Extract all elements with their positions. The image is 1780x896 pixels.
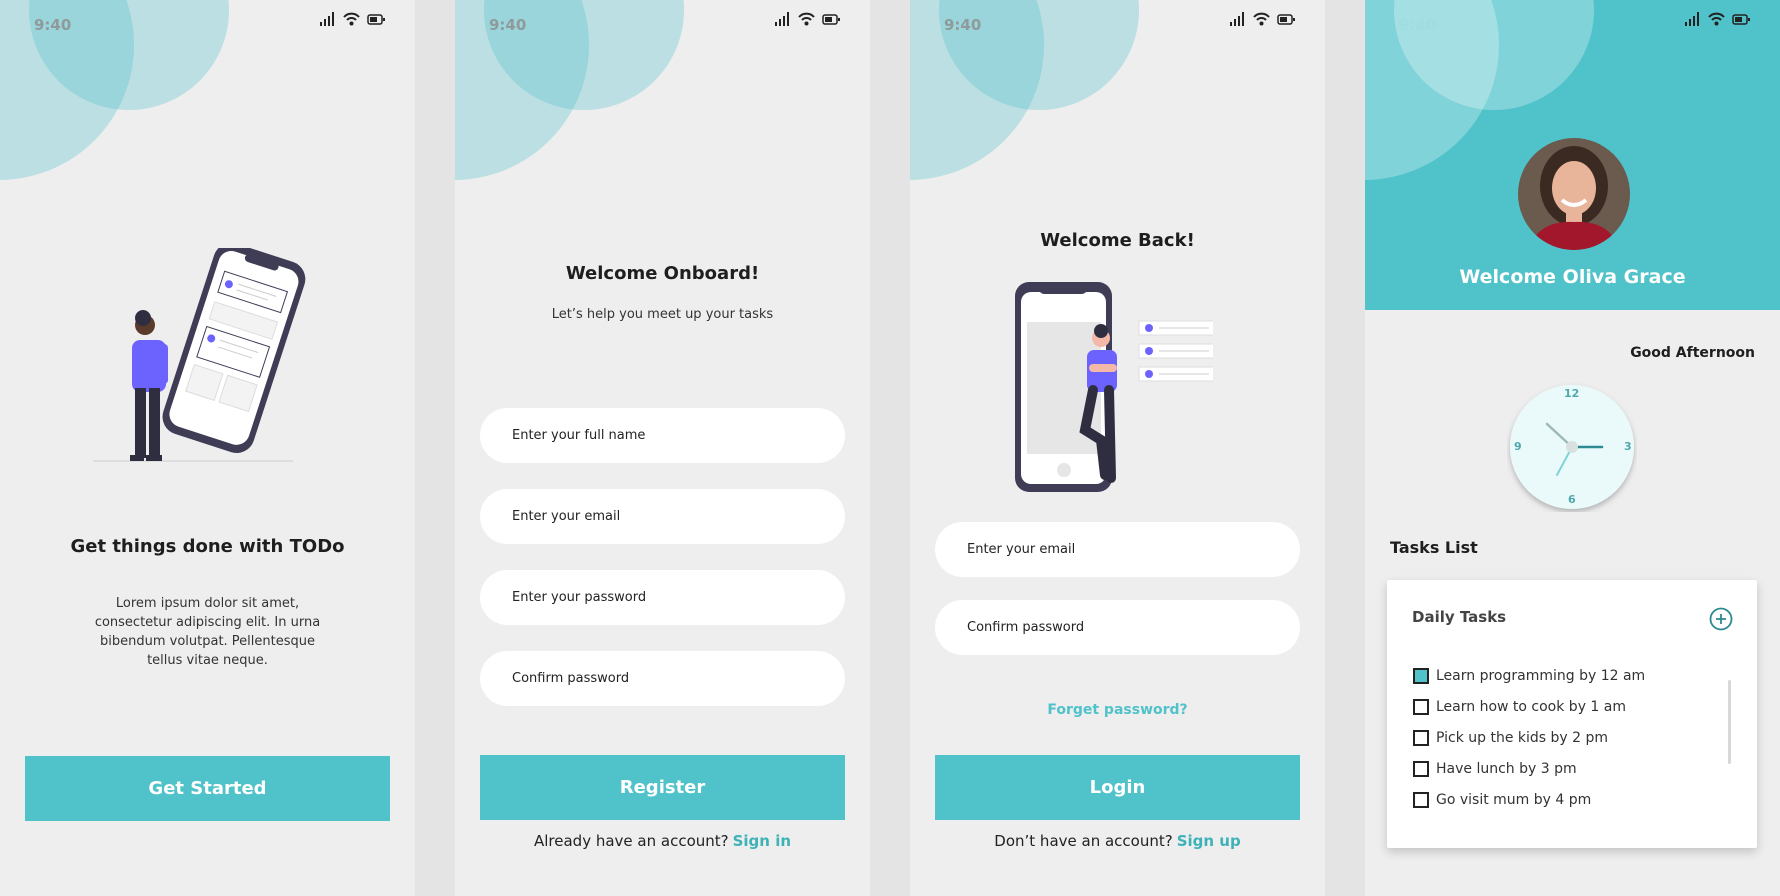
- task-checkbox[interactable]: [1413, 698, 1429, 715]
- login-title: Welcome Back!: [1040, 230, 1195, 251]
- battery-icon: [367, 13, 385, 25]
- status-icons: [320, 12, 385, 26]
- task-checkbox[interactable]: [1413, 760, 1429, 777]
- clock-label-6: 6: [1568, 493, 1576, 506]
- register-subtitle: Let’s help you meet up your tasks: [551, 307, 774, 322]
- password-input[interactable]: [480, 570, 845, 625]
- clock-label-12: 12: [1564, 387, 1580, 400]
- onboarding-title: Get things done with TODo: [70, 536, 345, 557]
- get-started-button[interactable]: Get Started: [25, 756, 390, 821]
- onboarding-description: Lorem ipsum dolor sit amet, consectetur …: [94, 596, 321, 668]
- user-avatar-image: [1518, 138, 1630, 250]
- task-label: Learn how to cook by 1 am: [1436, 698, 1627, 715]
- phone-person-illustration: [1015, 282, 1213, 492]
- status-icons: [1230, 12, 1295, 26]
- task-checkbox[interactable]: [1413, 667, 1429, 684]
- task-list: Learn programming by 12 am Learn how to c…: [1413, 660, 1645, 815]
- dashboard-header: 9:40 Welcome Oliva Grace: [1365, 0, 1780, 310]
- signal-icon: [775, 12, 789, 26]
- signal-icon: [1685, 12, 1699, 26]
- task-label: Pick up the kids by 2 pm: [1436, 729, 1609, 746]
- status-icons: [1685, 12, 1750, 26]
- task-checkbox[interactable]: [1413, 729, 1429, 746]
- avatar[interactable]: [1518, 138, 1630, 250]
- task-list-scrollbar[interactable]: [1728, 680, 1731, 764]
- task-item[interactable]: Learn how to cook by 1 am: [1413, 691, 1645, 722]
- analog-clock: 12 3 6 9: [1507, 382, 1637, 512]
- dashboard-screen: 9:40 Welcome Oliva Grace Good Afternoon: [1365, 0, 1780, 896]
- status-icons: [775, 12, 840, 26]
- email-input[interactable]: [935, 522, 1300, 577]
- battery-icon: [1277, 13, 1295, 25]
- status-time: 9:40: [944, 16, 982, 34]
- onboarding-screen: 9:40 Get things done with TODo Lorem ips…: [0, 0, 415, 896]
- confirm-password-input[interactable]: [480, 651, 845, 706]
- tasks-list-title: Tasks List: [1390, 538, 1478, 557]
- daily-tasks-card: Daily Tasks Learn programming by 12 am Le…: [1387, 580, 1757, 848]
- task-label: Go visit mum by 4 pm: [1436, 791, 1592, 808]
- register-title: Welcome Onboard!: [565, 263, 760, 284]
- clock-label-9: 9: [1514, 440, 1522, 453]
- task-label: Learn programming by 12 am: [1436, 667, 1646, 684]
- task-item[interactable]: Pick up the kids by 2 pm: [1413, 722, 1645, 753]
- welcome-name: Welcome Oliva Grace: [1459, 266, 1686, 288]
- signin-prompt: Already have an account? Sign in: [455, 832, 870, 850]
- phone-person-illustration: [93, 248, 306, 462]
- greeting-text: Good Afternoon: [1630, 345, 1755, 361]
- register-button[interactable]: Register: [480, 755, 845, 820]
- daily-tasks-title: Daily Tasks: [1412, 608, 1507, 626]
- signup-link[interactable]: Sign up: [1177, 832, 1241, 850]
- forget-password-link[interactable]: Forget password?: [910, 702, 1325, 718]
- wifi-icon: [343, 12, 360, 26]
- battery-icon: [822, 13, 840, 25]
- status-time: 9:40: [1399, 16, 1437, 34]
- signup-prompt: Don’t have an account? Sign up: [910, 832, 1325, 850]
- status-time: 9:40: [489, 16, 527, 34]
- signal-icon: [1230, 12, 1244, 26]
- email-input[interactable]: [480, 489, 845, 544]
- task-item[interactable]: Learn programming by 12 am: [1413, 660, 1645, 691]
- signal-icon: [320, 12, 334, 26]
- status-time: 9:40: [34, 16, 72, 34]
- signup-prompt-text: Don’t have an account?: [994, 832, 1173, 850]
- full-name-input[interactable]: [480, 408, 845, 463]
- clock-label-3: 3: [1624, 440, 1632, 453]
- task-label: Have lunch by 3 pm: [1436, 760, 1577, 777]
- confirm-password-input[interactable]: [935, 600, 1300, 655]
- wifi-icon: [1708, 12, 1725, 26]
- signin-prompt-text: Already have an account?: [533, 832, 729, 850]
- signin-link[interactable]: Sign in: [733, 832, 791, 850]
- register-screen: 9:40 Welcome Onboard! Let’s help you mee…: [455, 0, 870, 896]
- battery-icon: [1732, 13, 1750, 25]
- wifi-icon: [798, 12, 815, 26]
- task-checkbox[interactable]: [1413, 791, 1429, 808]
- login-button[interactable]: Login: [935, 755, 1300, 820]
- task-item[interactable]: Go visit mum by 4 pm: [1413, 784, 1645, 815]
- add-task-icon[interactable]: [1709, 607, 1733, 631]
- login-screen: 9:40 Welcome Back! Forget password? Logi…: [910, 0, 1325, 896]
- task-item[interactable]: Have lunch by 3 pm: [1413, 753, 1645, 784]
- wifi-icon: [1253, 12, 1270, 26]
